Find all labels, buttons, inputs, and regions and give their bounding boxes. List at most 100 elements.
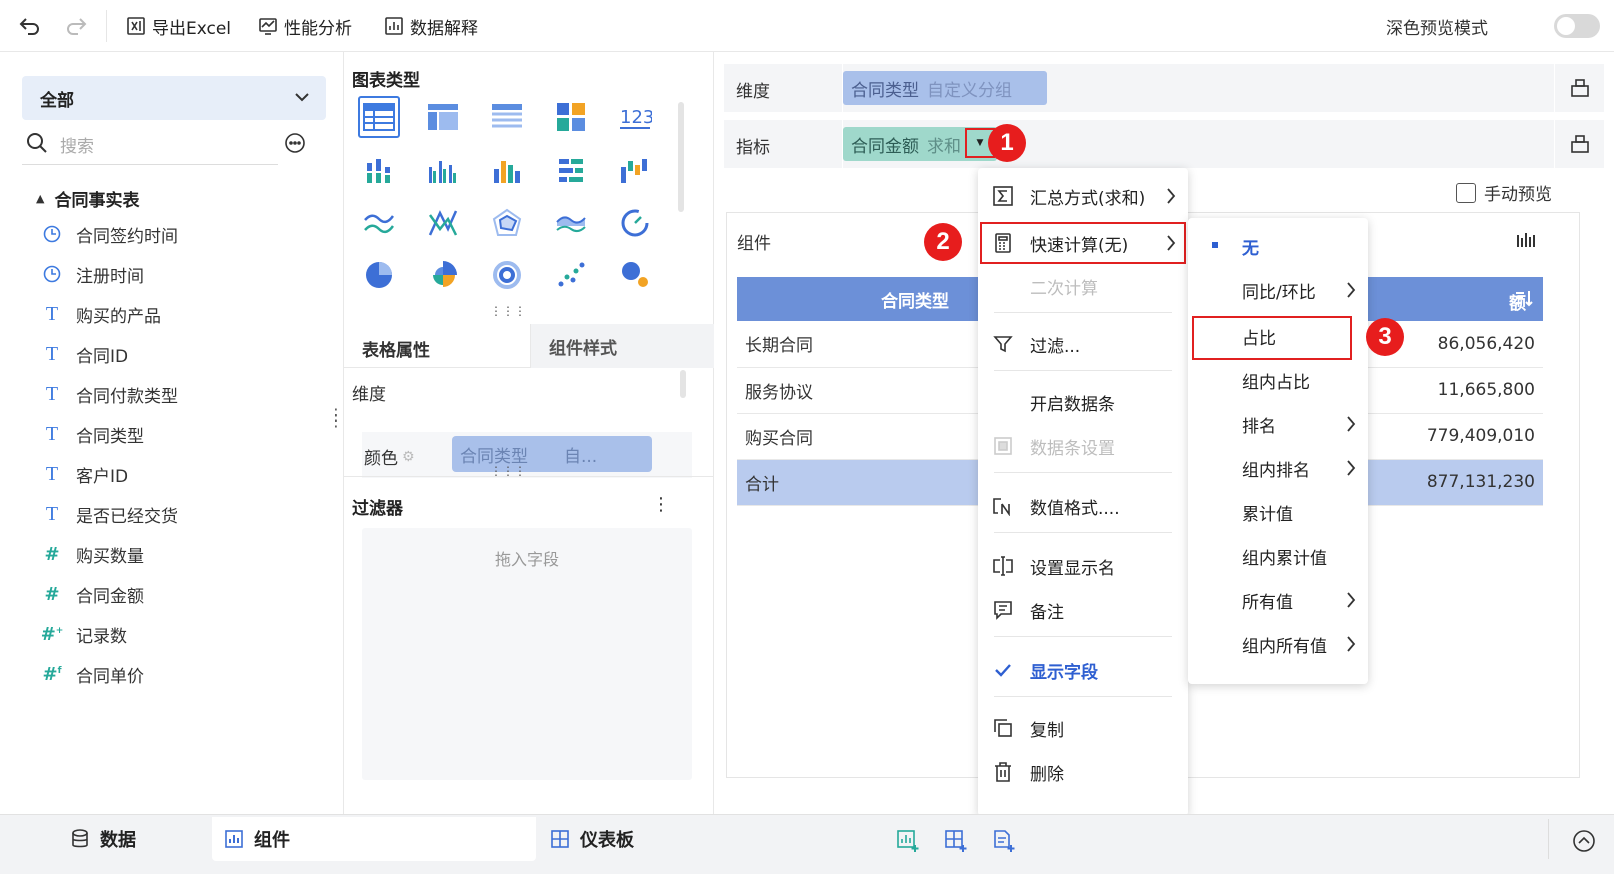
menu-item-note[interactable]: 备注 bbox=[978, 590, 1188, 630]
chart-type-waterfall[interactable] bbox=[614, 150, 656, 192]
tab-dashboard[interactable]: 仪表板 bbox=[550, 817, 634, 861]
metric-pill-aggregation: 求和 bbox=[927, 136, 961, 157]
metric-shelf-config-icon[interactable] bbox=[1554, 120, 1604, 168]
chart-type-donut[interactable] bbox=[486, 254, 528, 296]
scope-select-value: 全部 bbox=[40, 90, 74, 111]
collapse-up-icon[interactable] bbox=[1572, 829, 1596, 853]
annotation-badge-2: 2 bbox=[924, 223, 962, 261]
scope-select[interactable]: 全部 bbox=[22, 76, 326, 120]
submenu-item-all-values[interactable]: 所有值 bbox=[1188, 580, 1368, 620]
field-item[interactable]: T 合同ID bbox=[42, 334, 322, 374]
chart-type-bubble[interactable] bbox=[614, 254, 656, 296]
chart-type-bar[interactable] bbox=[550, 150, 592, 192]
tab-table-properties[interactable]: 表格属性 bbox=[362, 336, 430, 361]
sort-icon[interactable] bbox=[1515, 289, 1533, 307]
submenu-item-group-ratio[interactable]: 组内占比 bbox=[1188, 360, 1368, 400]
hash-plus-icon: #+ bbox=[40, 623, 64, 645]
performance-analysis-button[interactable]: 性能分析 bbox=[258, 10, 352, 42]
add-component-icon[interactable] bbox=[896, 829, 920, 853]
menu-item-secondary-calc: 二次计算 bbox=[1030, 279, 1098, 299]
chart-type-scrollbar[interactable] bbox=[678, 102, 684, 212]
tab-component-style[interactable]: 组件样式 bbox=[530, 324, 714, 368]
chart-type-line[interactable] bbox=[358, 202, 400, 244]
field-item[interactable]: 合同签约时间 bbox=[42, 214, 322, 254]
property-scrollbar[interactable] bbox=[680, 370, 686, 398]
menu-item-filter[interactable]: 过滤... bbox=[978, 324, 1188, 364]
chart-type-pie[interactable] bbox=[358, 254, 400, 296]
top-toolbar: 导出Excel 性能分析 数据解释 深色预览模式 bbox=[0, 0, 1614, 52]
menu-item-show-field[interactable]: 显示字段 bbox=[978, 650, 1188, 690]
menu-item-delete[interactable]: 删除 bbox=[978, 752, 1188, 792]
submenu-item-group-rank[interactable]: 组内排名 bbox=[1188, 448, 1368, 488]
add-report-icon[interactable] bbox=[992, 829, 1016, 853]
manual-preview-checkbox[interactable]: 手动预览 bbox=[1456, 180, 1552, 205]
dimension-field-pill[interactable]: 合同类型 自定义分组 bbox=[843, 71, 1047, 105]
filter-more-icon[interactable]: ⋮ bbox=[652, 494, 670, 515]
field-item[interactable]: 注册时间 bbox=[42, 254, 322, 294]
chart-type-grouped-column[interactable] bbox=[422, 150, 464, 192]
chart-type-scatter[interactable] bbox=[550, 254, 592, 296]
dimension-pill-extra: 自定义分组 bbox=[927, 80, 1012, 101]
search-input[interactable]: 搜索 bbox=[60, 132, 94, 157]
table-tree-node[interactable]: ▲ 合同事实表 bbox=[36, 186, 139, 211]
chart-type-kpi[interactable]: 123 bbox=[614, 96, 656, 138]
text-type-icon: T bbox=[45, 382, 59, 405]
field-item[interactable]: #+ 记录数 bbox=[40, 614, 322, 654]
menu-item-quick-calc[interactable]: 快速计算(无) bbox=[978, 223, 1188, 263]
submenu-item-group-all-values[interactable]: 组内所有值 bbox=[1188, 624, 1368, 664]
menu-item-copy[interactable]: 复制 bbox=[978, 708, 1188, 748]
chart-type-column[interactable] bbox=[486, 150, 528, 192]
field-item[interactable]: T 合同付款类型 bbox=[42, 374, 322, 414]
more-options-icon[interactable] bbox=[284, 132, 306, 154]
gear-icon[interactable]: ⚙ bbox=[402, 449, 415, 465]
data-explain-label: 数据解释 bbox=[410, 18, 478, 39]
dark-preview-toggle[interactable] bbox=[1554, 14, 1600, 38]
chart-type-radar-line[interactable] bbox=[422, 202, 464, 244]
chart-type-rose[interactable] bbox=[422, 254, 464, 296]
dimension-shelf-config-icon[interactable] bbox=[1554, 64, 1604, 112]
submenu-item-cumulative[interactable]: 累计值 bbox=[1188, 492, 1368, 532]
field-item[interactable]: #f 合同单价 bbox=[42, 654, 322, 694]
resize-handle-icon[interactable]: ⋮ ⋮ bbox=[328, 407, 344, 429]
menu-item-number-format[interactable]: 数值格式.... bbox=[978, 486, 1188, 526]
chart-type-area[interactable] bbox=[550, 202, 592, 244]
field-item[interactable]: T 合同类型 bbox=[42, 414, 322, 454]
submenu-item-rank[interactable]: 排名 bbox=[1188, 404, 1368, 444]
field-item[interactable]: # 购买数量 bbox=[42, 534, 322, 574]
chart-type-detail-table[interactable] bbox=[486, 96, 528, 138]
chart-settings-icon[interactable] bbox=[1515, 231, 1535, 251]
drag-handle-icon[interactable]: ⋮⋮⋮ bbox=[490, 304, 526, 318]
chart-type-crosstab[interactable] bbox=[422, 96, 464, 138]
tab-component[interactable]: 组件 bbox=[212, 817, 536, 861]
undo-icon[interactable] bbox=[18, 14, 42, 38]
chart-type-radar[interactable] bbox=[486, 202, 528, 244]
add-dashboard-icon[interactable] bbox=[944, 829, 968, 853]
chart-config-panel: 图表类型 123 ⋮⋮⋮ 表格属性 组件样式 维度 颜色 ⚙ 合同类型 自...… bbox=[344, 52, 714, 814]
field-item[interactable]: T 是否已经交货 bbox=[42, 494, 322, 534]
number-format-icon bbox=[992, 495, 1014, 517]
field-item[interactable]: # 合同金额 bbox=[42, 574, 322, 614]
data-explain-button[interactable]: 数据解释 bbox=[384, 10, 478, 42]
field-list: 合同签约时间 注册时间 T 购买的产品 T 合同ID T 合同付款类型 T 合同类型 T 客户ID T 是… bbox=[40, 214, 322, 694]
checkbox-icon bbox=[1456, 182, 1476, 203]
menu-item-display-name[interactable]: 设置显示名 bbox=[978, 546, 1188, 586]
submenu-item-group-cumulative[interactable]: 组内累计值 bbox=[1188, 536, 1368, 576]
submenu-item-yoy[interactable]: 同比/环比 bbox=[1188, 270, 1368, 310]
chart-type-stacked-column[interactable] bbox=[358, 150, 400, 192]
color-field-pill[interactable]: 合同类型 自... bbox=[452, 436, 652, 472]
clock-icon bbox=[42, 224, 62, 244]
chart-type-table[interactable] bbox=[358, 96, 400, 138]
export-excel-button[interactable]: 导出Excel bbox=[126, 10, 231, 42]
menu-item-databar-on[interactable]: 开启数据条 bbox=[978, 382, 1188, 422]
chevron-right-icon bbox=[1166, 187, 1176, 205]
redo-icon[interactable] bbox=[64, 14, 88, 38]
chart-type-gauge[interactable] bbox=[614, 202, 656, 244]
field-item[interactable]: T 购买的产品 bbox=[42, 294, 322, 334]
chart-type-card[interactable] bbox=[550, 96, 592, 138]
submenu-item-none[interactable]: 无 bbox=[1188, 226, 1368, 266]
submenu-item-ratio[interactable]: 占比 bbox=[1188, 316, 1368, 356]
tab-data[interactable]: 数据 bbox=[70, 817, 136, 861]
menu-item-summary[interactable]: 汇总方式(求和) bbox=[978, 176, 1188, 216]
filter-drop-zone[interactable]: 拖入字段 bbox=[362, 528, 692, 780]
field-item[interactable]: T 客户ID bbox=[42, 454, 322, 494]
